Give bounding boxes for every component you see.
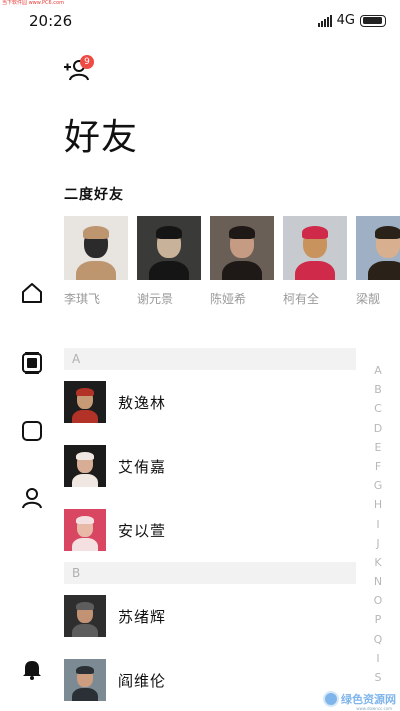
nav-feed[interactable] [21, 352, 43, 374]
notification-badge: 9 [80, 55, 94, 69]
contact-name: 苏绪辉 [118, 607, 167, 626]
signal-icon [317, 14, 332, 27]
index-letter[interactable]: A [370, 361, 386, 380]
friend-name: 柯有全 [283, 292, 320, 306]
square-icon [22, 421, 42, 441]
page-title: 好友 [64, 117, 139, 158]
contact-row[interactable]: 敖逸林 [64, 370, 356, 434]
index-letter[interactable]: O [370, 591, 386, 610]
avatar [64, 595, 106, 637]
section-header-b: B [64, 562, 356, 584]
friend-name: 李琪飞 [64, 292, 101, 306]
index-letter[interactable]: P [370, 610, 386, 629]
friend-photo [283, 216, 347, 280]
avatar [64, 381, 106, 423]
home-icon [22, 283, 42, 303]
battery-icon [360, 14, 386, 27]
nav-home[interactable] [21, 282, 43, 304]
second-degree-friend[interactable]: 陈娅希 [210, 216, 274, 307]
index-letter[interactable]: G [370, 476, 386, 495]
battery-level [362, 17, 383, 24]
friend-photo [64, 216, 128, 280]
index-letter[interactable]: H [370, 495, 386, 514]
index-letter[interactable]: S [370, 668, 386, 687]
index-letter[interactable]: I [370, 649, 386, 668]
friend-name: 谢元景 [137, 292, 174, 306]
add-friend-button[interactable]: 9 [62, 55, 94, 82]
avatar [64, 509, 106, 551]
contact-row[interactable]: 艾侑嘉 [64, 434, 356, 498]
index-letter[interactable]: D [370, 419, 386, 438]
status-indicators: 4G [317, 13, 386, 28]
second-degree-friend[interactable]: 柯有全 [283, 216, 347, 307]
section-header-a: A [64, 348, 356, 370]
friend-name: 陈娅希 [210, 292, 247, 306]
avatar [64, 659, 106, 701]
avatar [64, 445, 106, 487]
feed-icon [22, 352, 42, 374]
nav-square[interactable] [21, 420, 43, 442]
index-letter[interactable]: I [370, 515, 386, 534]
network-label: 4G [336, 13, 355, 28]
contact-row[interactable]: 安以萱 [64, 498, 356, 562]
friend-photo [356, 216, 400, 280]
nav-friends[interactable] [21, 487, 43, 509]
friend-name: 梁靓 [356, 292, 381, 306]
watermark-logo [323, 691, 339, 707]
index-letter[interactable]: B [370, 380, 386, 399]
second-degree-friend[interactable]: 梁靓 [356, 216, 400, 307]
watermark-text: 绿色资源网 [341, 693, 396, 706]
index-letter[interactable]: C [370, 399, 386, 418]
watermark-url: www.downcc.com [356, 706, 392, 711]
index-letter[interactable]: J [370, 534, 386, 553]
status-bar: 20:26 4G [0, 0, 400, 44]
second-degree-carousel[interactable]: 李琪飞 谢元景 陈娅希 柯有全 梁靓 [64, 216, 400, 312]
alphabet-index[interactable]: ABCDEFGHIJKNOPQIS [370, 361, 386, 687]
index-letter[interactable]: K [370, 553, 386, 572]
friend-photo [210, 216, 274, 280]
second-degree-friend[interactable]: 李琪飞 [64, 216, 128, 307]
second-degree-friend[interactable]: 谢元景 [137, 216, 201, 307]
contact-list: A 敖逸林艾侑嘉安以萱 B 苏绪辉阎维伦 [64, 348, 356, 711]
left-nav [0, 270, 64, 710]
index-letter[interactable]: E [370, 438, 386, 457]
status-time: 20:26 [29, 12, 73, 30]
contact-name: 艾侑嘉 [118, 457, 167, 476]
friend-photo [137, 216, 201, 280]
contact-name: 安以萱 [118, 521, 167, 540]
index-letter[interactable]: F [370, 457, 386, 476]
contact-row[interactable]: 阎维伦 [64, 648, 356, 711]
contact-name: 阎维伦 [118, 671, 167, 690]
index-letter[interactable]: N [370, 572, 386, 591]
contact-row[interactable]: 苏绪辉 [64, 584, 356, 648]
watermark-badge: 绿色资源网 [323, 691, 396, 707]
bell-icon [23, 661, 41, 680]
contact-name: 敖逸林 [118, 393, 167, 412]
nav-notifications[interactable] [21, 658, 43, 680]
second-degree-title: 二度好友 [64, 187, 124, 203]
person-icon [22, 488, 42, 509]
index-letter[interactable]: Q [370, 630, 386, 649]
